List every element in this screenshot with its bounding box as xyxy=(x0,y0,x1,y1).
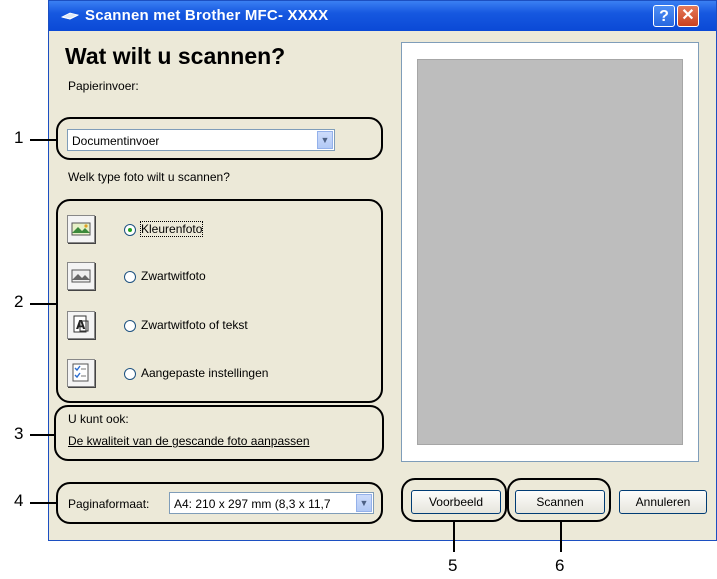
callout-box-1 xyxy=(56,117,383,160)
help-button[interactable]: ? xyxy=(653,5,675,27)
preview-area xyxy=(417,59,683,445)
callout-number-6: 6 xyxy=(555,556,565,575)
callout-leader-1 xyxy=(30,139,56,141)
page-title: Wat wilt u scannen? xyxy=(65,43,286,69)
callout-number-2: 2 xyxy=(14,292,24,311)
callout-box-6 xyxy=(507,478,611,522)
callout-box-4 xyxy=(56,482,383,524)
callout-number-5: 5 xyxy=(448,556,458,575)
callout-leader-3 xyxy=(30,434,54,436)
callout-box-5 xyxy=(401,478,507,522)
callout-number-3: 3 xyxy=(14,424,24,443)
callout-number-1: 1 xyxy=(14,128,24,147)
callout-leader-2 xyxy=(30,303,56,305)
cancel-button[interactable]: Annuleren xyxy=(619,490,707,514)
callout-box-3 xyxy=(54,405,384,461)
callout-leader-5 xyxy=(453,522,455,552)
photo-type-label: Welk type foto wilt u scannen? xyxy=(68,170,230,184)
preview-frame xyxy=(401,42,699,462)
title-bar[interactable]: Scannen met Brother MFC- XXXX ? ✕ xyxy=(49,1,716,31)
callout-leader-4 xyxy=(30,502,56,504)
close-button[interactable]: ✕ xyxy=(677,5,699,27)
paper-source-label: Papierinvoer: xyxy=(68,79,139,93)
scanner-icon xyxy=(61,12,79,20)
window-title: Scannen met Brother MFC- XXXX xyxy=(85,7,329,24)
callout-number-4: 4 xyxy=(14,491,24,510)
callout-leader-6 xyxy=(560,522,562,552)
callout-box-2 xyxy=(56,199,383,403)
